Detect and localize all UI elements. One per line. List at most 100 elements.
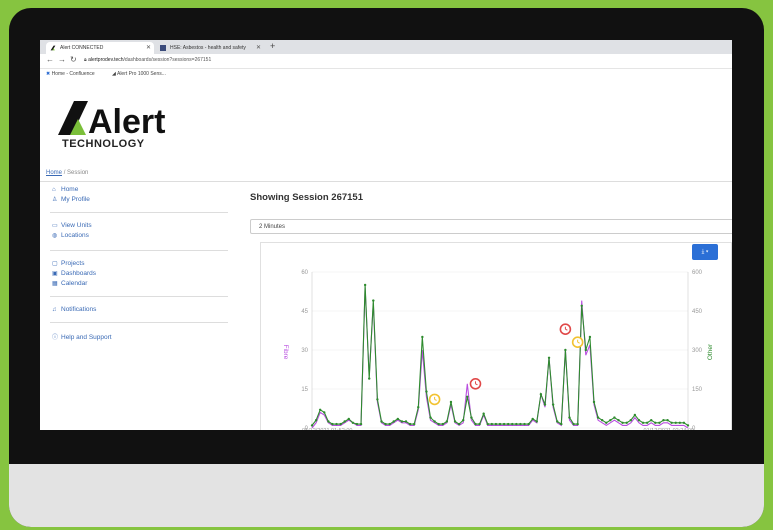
other-series-point <box>543 403 547 406</box>
alert-technology-logo: Alert TECHNOLOGY <box>58 101 165 150</box>
y-tick-label-left: 45 <box>301 309 308 315</box>
other-series-point <box>318 408 322 411</box>
x-tick-label: 01/12/2021 02:24:00 <box>644 428 694 430</box>
other-series-point <box>588 335 592 339</box>
other-series-point <box>453 420 457 423</box>
back-icon[interactable]: ← <box>46 55 54 64</box>
other-series-point <box>331 422 334 426</box>
other-series-point <box>511 422 514 426</box>
other-series-point <box>380 420 383 423</box>
other-series-point <box>355 422 359 426</box>
other-series-point <box>417 406 420 409</box>
other-series-point <box>323 411 326 414</box>
browser-screen: Alert CONNECTED ✕ HSE: Asbestos - health… <box>40 40 732 430</box>
other-series-point <box>347 417 350 421</box>
divider <box>50 296 228 297</box>
y-tick-label-left: 60 <box>301 270 308 276</box>
sidebar-item-dashboards[interactable]: ▣ Dashboards <box>52 270 96 277</box>
bookmark-confluence[interactable]: ✖ Home - Confluence <box>46 71 95 77</box>
other-series-point <box>551 403 555 406</box>
other-series-point <box>462 419 465 422</box>
other-series-point <box>498 422 502 426</box>
sidebar-item-help[interactable]: ⓘ Help and Support <box>52 332 112 341</box>
other-series-point <box>617 419 620 422</box>
tab-title: HSE: Asbestos - health and safety <box>170 45 246 51</box>
other-series-point <box>576 422 579 426</box>
url-field[interactable]: 🔒︎ alertprodev.tech/dashboards/session?s… <box>84 57 211 63</box>
x-tick-label: 01/12/2021 01:52:00 <box>302 428 352 430</box>
interval-select[interactable]: 2 Minutes <box>250 219 732 234</box>
y-tick-label-right: 300 <box>692 348 703 354</box>
home-icon: ⌂ <box>52 187 56 193</box>
other-series-point <box>457 422 461 426</box>
sidebar-item-calendar[interactable]: ▦ Calendar <box>52 280 87 287</box>
tab-title: Alert CONNECTED <box>60 45 104 51</box>
other-series-point <box>482 412 485 415</box>
other-series-point <box>645 421 649 424</box>
sidebar-item-home[interactable]: ⌂ Home <box>52 186 78 193</box>
close-tab-icon[interactable]: ✕ <box>256 42 261 54</box>
other-series-point <box>314 419 318 422</box>
laptop-frame: Alert CONNECTED ✕ HSE: Asbestos - health… <box>9 8 764 527</box>
sidebar-item-notifications[interactable]: ♫ Notifications <box>52 306 96 313</box>
device-icon: ▭ <box>52 223 58 229</box>
other-series-point <box>584 348 588 352</box>
other-series-point <box>506 422 510 426</box>
tab-alert-connected[interactable]: Alert CONNECTED ✕ <box>46 42 154 54</box>
other-series-point <box>662 419 665 422</box>
other-series-point <box>519 422 522 426</box>
lock-icon: 🔒︎ <box>84 57 87 63</box>
y-tick-label-right: 600 <box>692 270 703 276</box>
other-series-point <box>474 422 477 426</box>
hse-favicon-icon <box>160 45 166 51</box>
other-series-point <box>327 420 330 423</box>
other-series-point <box>682 421 686 424</box>
other-series-point <box>486 422 489 426</box>
other-series-point <box>686 424 690 427</box>
y-tick-label-left: 15 <box>301 387 308 393</box>
other-series-point <box>637 419 641 422</box>
other-series-point <box>633 413 637 417</box>
y-tick-label-right: 450 <box>692 309 703 315</box>
sidebar-item-locations[interactable]: ◍ Locations <box>52 232 89 239</box>
other-series-point <box>539 393 543 396</box>
sidebar-item-projects[interactable]: ▢ Projects <box>52 260 84 267</box>
other-series-point <box>400 420 404 423</box>
folder-icon: ▢ <box>52 261 58 267</box>
other-series-point <box>372 299 375 302</box>
laptop-base <box>9 464 764 527</box>
other-series-point <box>412 422 416 426</box>
other-series-point <box>527 422 530 426</box>
sidebar-item-view-units[interactable]: ▭ View Units <box>52 222 92 229</box>
breadcrumb-home-link[interactable]: Home <box>46 170 62 176</box>
other-series-point <box>470 416 473 419</box>
other-series-point <box>445 420 449 423</box>
other-series-point <box>351 421 355 424</box>
other-series-point <box>515 422 518 426</box>
reload-icon[interactable]: ↻ <box>70 55 77 64</box>
page-title: Showing Session 267151 <box>250 192 363 203</box>
tab-hse[interactable]: HSE: Asbestos - health and safety ✕ <box>156 42 264 54</box>
other-series-point <box>376 398 379 401</box>
other-series-point <box>641 421 645 424</box>
other-series-point <box>425 390 428 393</box>
address-bar: ← → ↻ 🔒︎ alertprodev.tech/dashboards/ses… <box>40 54 732 69</box>
divider <box>50 212 228 213</box>
new-tab-button[interactable]: + <box>270 41 275 51</box>
sidebar-item-profile[interactable]: ♙ My Profile <box>52 196 90 203</box>
bookmark-alert-pro[interactable]: ◢ Alert Pro 1000 Sens... <box>112 71 166 77</box>
bookmarks-bar: ✖ Home - Confluence ◢ Alert Pro 1000 Sen… <box>40 69 732 80</box>
other-series-point <box>600 419 604 422</box>
other-series-point <box>310 424 314 427</box>
other-series-point <box>502 422 506 426</box>
y-tick-label-right: 150 <box>692 387 703 393</box>
y-tick-label-left: 30 <box>301 348 308 354</box>
other-series-point <box>580 304 583 307</box>
close-tab-icon[interactable]: ✕ <box>146 42 151 54</box>
other-series-point <box>384 422 387 426</box>
divider <box>50 322 228 323</box>
other-series-point <box>670 421 673 424</box>
forward-icon[interactable]: → <box>58 55 66 64</box>
other-series-point <box>666 419 669 422</box>
other-series-point <box>404 420 408 423</box>
